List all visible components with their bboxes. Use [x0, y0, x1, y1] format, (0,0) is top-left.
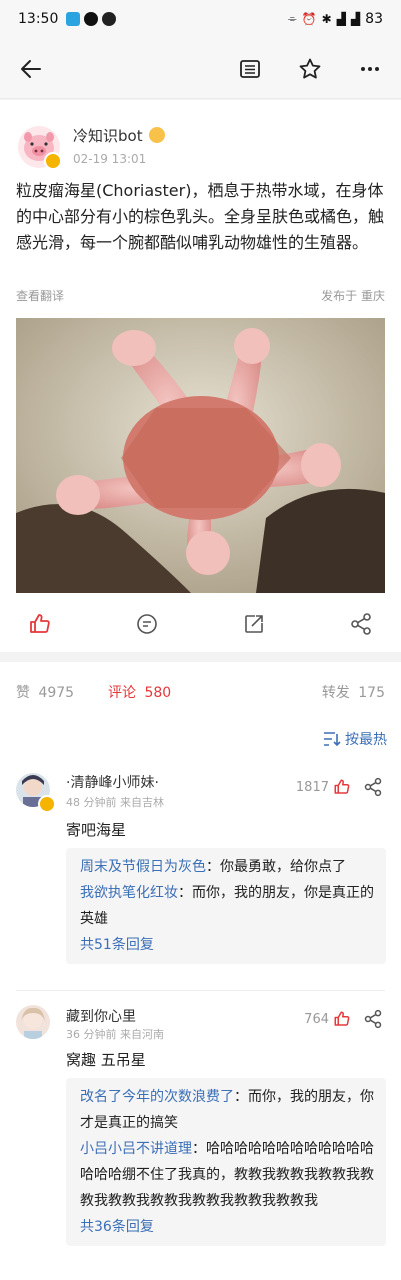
sort-button[interactable]: 按最热 — [323, 729, 387, 749]
likes-stat[interactable]: 赞 4975 — [16, 682, 74, 702]
battery-level: 83 — [365, 11, 383, 27]
comment-like-button[interactable]: 1817 — [296, 778, 351, 796]
comment-share-icon[interactable] — [363, 1009, 383, 1029]
comment-meta: 36 分钟前 来自河南 — [66, 1028, 164, 1041]
reply-user[interactable]: 改名了今年的次数浪费了 — [80, 1089, 234, 1105]
comment-like-count: 764 — [304, 1011, 329, 1027]
comment-author[interactable]: ·清静峰小师妹· — [66, 772, 159, 792]
comment-share-icon[interactable] — [363, 777, 383, 797]
reply-text: ：你最勇敢，给你点了 — [206, 859, 346, 875]
repost-icon[interactable] — [242, 612, 266, 636]
reposts-label: 转发 — [321, 685, 350, 701]
post-image[interactable] — [16, 318, 385, 593]
status-app-icons — [66, 12, 116, 26]
comment-divider — [16, 990, 385, 991]
like-thumb-icon — [334, 779, 350, 794]
comment-like-button[interactable]: 764 — [304, 1010, 351, 1028]
reposts-stat[interactable]: 转发 175 — [322, 682, 385, 702]
reply-user[interactable]: 我欲执笔化红妆 — [80, 885, 178, 901]
alarm-icon: ⏰ — [301, 12, 317, 26]
reply-item: 周末及节假日为灰色：你最勇敢，给你点了 — [80, 854, 374, 880]
comment-like-count: 1817 — [295, 779, 329, 795]
more-icon[interactable] — [355, 54, 385, 84]
more-replies-link[interactable]: 共51条回复 — [80, 932, 374, 958]
status-time: 13:50 — [18, 11, 59, 27]
post-location: 发布于 重庆 — [321, 289, 385, 303]
post-action-row — [0, 604, 401, 644]
sort-icon — [324, 732, 341, 747]
comment-avatar[interactable] — [16, 1005, 50, 1039]
comment-author[interactable]: 藏到你心里 — [66, 1006, 136, 1026]
post-time: 02-19 13:01 — [73, 152, 147, 166]
like-thumb-icon[interactable] — [28, 612, 52, 636]
wifi-icon: ⌯ — [287, 12, 297, 25]
likes-count: 4975 — [38, 685, 75, 701]
signal-icon: ▟ — [336, 12, 346, 26]
signal-icon-2: ▟ — [350, 12, 361, 26]
author-name-text: 冷知识bot — [73, 127, 143, 145]
crown-badge-icon — [149, 127, 166, 143]
reply-item: 小吕小吕不讲道理：哈哈哈哈哈哈哈哈哈哈哈哈哈哈哈绷不住了我真的，教教我教教我教教… — [80, 1136, 374, 1214]
reply-box[interactable]: 周末及节假日为灰色：你最勇敢，给你点了 我欲执笔化红妆：而你，我的朋友，你是真正… — [66, 848, 386, 964]
reply-user[interactable]: 周末及节假日为灰色 — [80, 859, 206, 875]
share-icon[interactable] — [349, 612, 373, 636]
reply-box[interactable]: 改名了今年的次数浪费了：而你，我的朋友，你才是真正的搞笑 小吕小吕不讲道理：哈哈… — [66, 1078, 386, 1246]
status-right: ⌯ ⏰ ✱ ▟ ▟ 83 — [288, 11, 383, 27]
reposts-count: 175 — [358, 685, 385, 701]
post-text: 粒皮瘤海星(Choriaster)，栖息于热带水域，在身体的中心部分有小的棕色乳… — [16, 181, 385, 252]
sort-label: 按最热 — [345, 732, 387, 748]
list-icon[interactable] — [235, 54, 265, 84]
reply-item: 我欲执笔化红妆：而你，我的朋友，你是真正的英雄 — [80, 880, 374, 932]
comment-text: 窝趣 五吊星 — [66, 1051, 146, 1069]
likes-label: 赞 — [16, 685, 30, 701]
weibo-icon — [102, 12, 116, 26]
comment-text: 寄吧海星 — [66, 821, 127, 839]
app-dot-icon — [84, 12, 98, 26]
verified-badge-icon — [44, 152, 62, 170]
nav-bar — [0, 40, 401, 99]
comment-meta: 48 分钟前 来自吉林 — [66, 796, 164, 809]
comment-icon[interactable] — [135, 612, 159, 636]
comments-stat[interactable]: 评论 580 — [108, 682, 171, 702]
translate-link[interactable]: 查看翻译 — [16, 287, 64, 304]
reply-item: 改名了今年的次数浪费了：而你，我的朋友，你才是真正的搞笑 — [80, 1084, 374, 1136]
bluetooth-icon: ✱ — [321, 12, 332, 26]
author-name[interactable]: 冷知识bot — [73, 125, 166, 146]
reply-user[interactable]: 小吕小吕不讲道理 — [80, 1141, 192, 1157]
telegram-icon — [66, 12, 80, 26]
more-replies-link[interactable]: 共36条回复 — [80, 1214, 374, 1240]
star-icon[interactable] — [295, 54, 325, 84]
comments-label: 评论 — [108, 685, 136, 701]
comments-count: 580 — [144, 685, 172, 701]
back-arrow-icon[interactable] — [16, 54, 46, 84]
like-thumb-icon — [334, 1011, 350, 1026]
verified-badge-icon — [38, 795, 56, 813]
author-avatar[interactable] — [18, 126, 62, 170]
